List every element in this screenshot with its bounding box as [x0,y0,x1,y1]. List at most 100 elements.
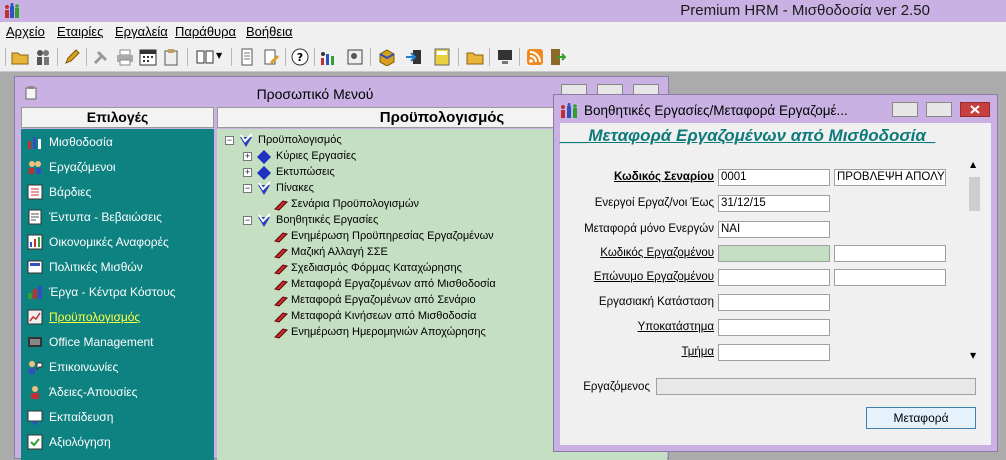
department-input[interactable] [718,344,830,361]
window-title: Προσωπικό Μενού [256,86,374,102]
edit-document-icon[interactable] [262,48,280,66]
book-icon [274,248,288,259]
forms-icon [28,209,42,225]
book-icon [274,296,288,307]
expand-icon[interactable]: + [243,152,252,161]
help-icon[interactable]: ? [291,48,309,66]
menu-tools[interactable]: Εργαλεία [115,24,168,39]
employees-icon [29,161,41,174]
toolbar-separator [187,48,188,66]
people-chart-icon[interactable] [320,48,338,66]
communications-icon [29,361,43,374]
employee-display-field [656,378,976,395]
package-icon[interactable] [378,48,396,66]
tools-icon[interactable] [92,48,110,66]
toolbar-separator [5,48,6,66]
employee-surname-input[interactable] [718,269,830,286]
work-status-input[interactable] [718,294,830,311]
collapse-icon[interactable]: − [243,216,252,225]
salary-policies-icon [27,260,43,274]
active-until-input[interactable]: 31/12/15 [718,195,830,212]
employee-code-label: Κωδικός Εργαζομένου [600,247,714,259]
dialog-minimize-button[interactable] [892,102,918,117]
clipboard-icon[interactable] [162,48,180,66]
scenario-code-label: Κωδικός Σεναρίου [613,171,714,183]
training-icon [27,410,43,425]
app-title: Premium HRM - Μισθοδοσία ver 2.50 [680,2,930,19]
toolbar-separator [489,48,490,66]
projects-icon [28,286,42,299]
pen-icon[interactable] [63,48,81,66]
branch-input[interactable] [718,319,830,336]
payroll-icon [28,137,41,149]
dialog-title: Βοηθητικές Εργασίες/Μεταφορά Εργαζομέ... [584,103,848,118]
employee-surname-to-input[interactable] [834,269,946,286]
svg-text:?: ? [297,51,303,64]
book-icon [274,312,288,323]
scroll-up-icon[interactable]: ▲ [970,160,976,169]
document-icon[interactable] [238,48,256,66]
employee-code-to-input[interactable] [834,245,946,262]
toolbar: ▼ ? [0,42,1006,72]
print-icon[interactable] [116,48,134,66]
monitor-icon[interactable] [496,48,514,66]
leaves-icon [31,386,39,399]
folder-check-icon [258,213,271,227]
users-icon[interactable] [34,48,52,66]
toolbar-separator [519,48,520,66]
open-folder-icon[interactable] [11,48,29,66]
window-layout-icon[interactable] [196,48,214,66]
menu-help[interactable]: Βοήθεια [246,24,293,39]
expand-icon[interactable]: + [243,168,252,177]
collapse-icon[interactable]: − [243,184,252,193]
toolbar-separator [458,48,459,66]
menu-windows[interactable]: Παράθυρα [175,24,236,39]
folder-icon[interactable] [466,48,484,66]
rss-icon[interactable] [526,48,544,66]
employee-code-input[interactable] [718,245,830,262]
transfer-employees-dialog: Βοηθητικές Εργασίες/Μεταφορά Εργαζομέ...… [553,94,998,452]
dialog-close-button[interactable] [960,102,990,117]
menu-companies[interactable]: Εταιρίες [57,24,103,39]
form-scrollbar[interactable]: ▲ ▼ [966,159,983,365]
toolbar-separator [57,48,58,66]
import-icon[interactable] [405,48,423,66]
exit-icon[interactable] [548,48,566,66]
scenario-code-input[interactable]: 0001 [718,169,830,186]
department-label: Τμήμα [681,346,714,358]
calendar-icon[interactable] [139,48,157,66]
book-icon [274,328,288,339]
active-until-label: Ενεργοί Εργαζ/νοι Έως [594,197,714,209]
toolbar-separator [285,48,286,66]
book-icon [274,232,288,243]
close-icon [970,105,980,114]
book-icon [274,264,288,275]
employee-surname-label: Επώνυμο Εργαζομένου [593,271,714,283]
folder-check-icon [258,181,271,195]
dialog-maximize-button[interactable] [926,102,952,117]
branch-label: Υποκατάστημα [637,321,714,333]
financial-reports-icon [27,234,43,250]
diamond-icon [257,150,271,164]
calculator-icon[interactable] [433,48,451,66]
menu-bar: Αρχείο Εταιρίες Εργαλεία Παράθυρα Βοήθει… [0,22,1006,42]
report-icon[interactable] [346,48,364,66]
toolbar-separator [370,48,371,66]
diamond-icon [257,166,271,180]
app-icon [5,3,19,18]
transfer-button[interactable]: Μεταφορά [866,407,976,429]
employee-label: Εργαζόμενος [583,381,650,393]
book-icon [274,200,288,211]
dialog-body: ___Μεταφορά Εργαζομένων από Μισθοδοσία_ … [560,123,991,445]
only-active-input[interactable]: ΝΑΙ [718,221,830,238]
scrollbar-thumb[interactable] [969,177,980,211]
chevron-down-icon[interactable]: ▼ [216,51,222,60]
collapse-icon[interactable]: − [225,136,234,145]
office-management-icon [28,337,42,347]
toolbar-separator [86,48,87,66]
evaluation-icon [27,434,43,450]
menu-file[interactable]: Αρχείο [6,24,45,39]
options-header: Επιλογές [21,107,214,128]
only-active-label: Μεταφορά μόνο Ενεργών [584,223,714,235]
scroll-down-icon[interactable]: ▼ [970,351,976,360]
